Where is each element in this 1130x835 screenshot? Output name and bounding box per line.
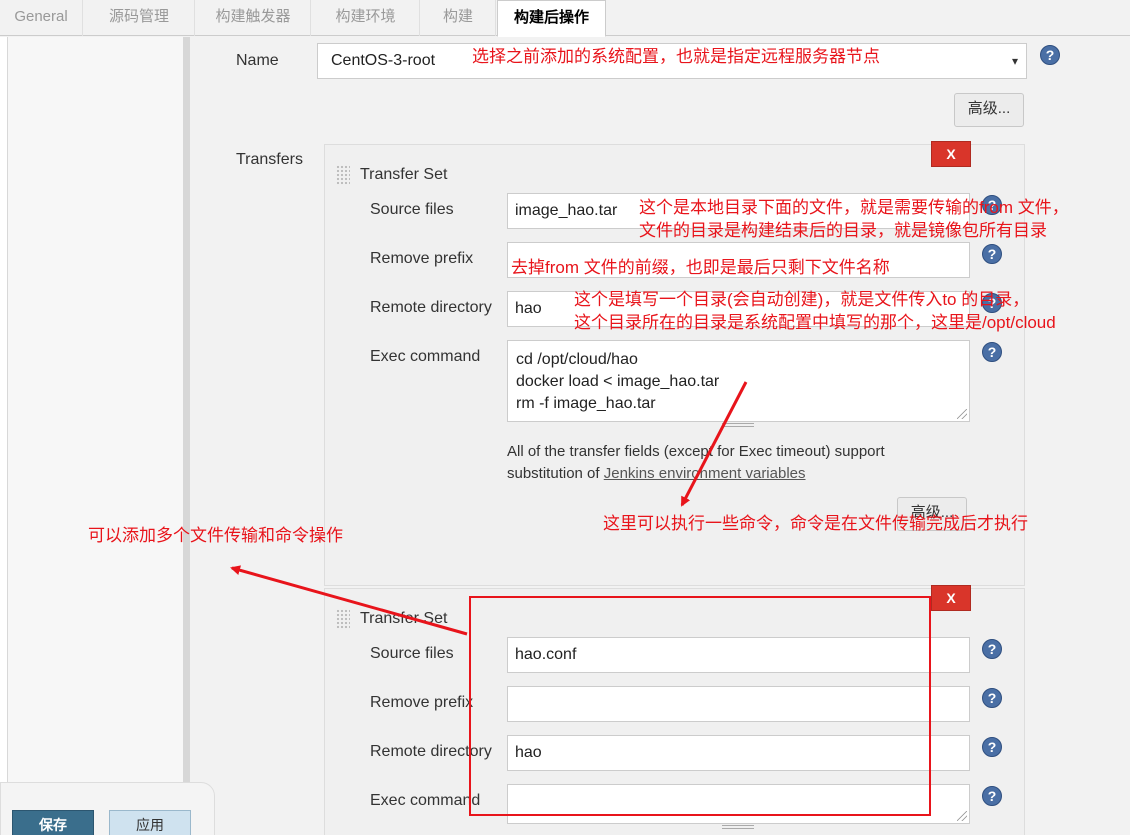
server-advanced-button[interactable]: 高级... — [954, 93, 1024, 127]
help-icon[interactable]: ? — [982, 737, 1002, 757]
annotation-name: 选择之前添加的系统配置，也就是指定远程服务器节点 — [472, 47, 880, 66]
annotation-source-line-1: 这个是本地目录下面的文件，就是需要传输的from 文件， — [639, 198, 1069, 217]
annotation-remove-prefix: 去掉from 文件的前缀，也即是最后只剩下文件名称 — [511, 258, 890, 277]
remove-prefix-label: Remove prefix — [370, 250, 474, 267]
panel-divider[interactable] — [183, 37, 190, 797]
remove-prefix-label: Remove prefix — [370, 694, 474, 711]
help-icon[interactable]: ? — [982, 639, 1002, 659]
transfer-set-title: Transfer Set — [360, 610, 448, 627]
annotation-remote-directory: 这个是填写一个目录(会自动创建)，就是文件传入to 的目录， 这个目录所在的目录… — [574, 288, 1056, 334]
tab-build-environment[interactable]: 构建环境 — [312, 0, 420, 36]
exec-command-line: rm -f image_hao.tar — [516, 395, 656, 412]
help-icon[interactable]: ? — [982, 342, 1002, 362]
resize-handle-icon[interactable] — [957, 409, 967, 419]
exec-command-label: Exec command — [370, 792, 481, 809]
tab-build-triggers[interactable]: 构建触发器 — [196, 0, 311, 36]
remove-transfer-set-1-button[interactable]: X — [931, 141, 971, 167]
tab-post-build[interactable]: 构建后操作 — [497, 0, 606, 37]
chevron-down-icon: ▾ — [1011, 54, 1018, 68]
annotation-multiple-transfers: 可以添加多个文件传输和命令操作 — [88, 526, 343, 545]
annotation-remote-line-2: 这个目录所在的目录是系统配置中填写的那个，这里是/opt/cloud — [574, 313, 1056, 332]
jenkins-env-vars-link[interactable]: Jenkins environment variables — [604, 465, 806, 482]
env-vars-note-line-2: substitution of — [507, 465, 604, 482]
source-files-label: Source files — [370, 201, 454, 218]
env-vars-note-line-1: All of the transfer fields (except for E… — [507, 443, 885, 460]
help-icon[interactable]: ? — [1040, 45, 1060, 65]
exec-command-line: docker load < image_hao.tar — [516, 373, 720, 390]
apply-button[interactable]: 应用 — [109, 810, 191, 835]
resize-handle-icon[interactable] — [957, 811, 967, 821]
remove-transfer-set-2-button[interactable]: X — [931, 585, 971, 611]
drag-handle-icon[interactable] — [336, 165, 350, 185]
name-label: Name — [236, 52, 279, 69]
annotation-source-files: 这个是本地目录下面的文件，就是需要传输的from 文件， 文件的目录是构建结束后… — [639, 196, 1069, 242]
help-icon[interactable]: ? — [982, 786, 1002, 806]
help-icon[interactable]: ? — [982, 688, 1002, 708]
drag-handle-icon[interactable] — [336, 609, 350, 629]
textarea-grip[interactable] — [722, 825, 754, 829]
source-files-label: Source files — [370, 645, 454, 662]
annotation-remote-line-1: 这个是填写一个目录(会自动创建)，就是文件传入to 的目录， — [574, 290, 1030, 309]
transfer-set-title: Transfer Set — [360, 166, 448, 183]
save-button[interactable]: 保存 — [12, 810, 94, 835]
tab-build[interactable]: 构建 — [421, 0, 496, 36]
annotation-exec-command: 这里可以执行一些命令，命令是在文件传输完成后才执行 — [603, 514, 1028, 533]
exec-command-label: Exec command — [370, 348, 481, 365]
exec-command-textarea[interactable]: cd /opt/cloud/hao docker load < image_ha… — [507, 340, 970, 422]
exec-command-line: cd /opt/cloud/hao — [516, 351, 638, 368]
highlight-box — [469, 596, 931, 816]
textarea-grip[interactable] — [722, 423, 754, 427]
remote-directory-label: Remote directory — [370, 299, 492, 316]
tab-source-code[interactable]: 源码管理 — [84, 0, 195, 36]
left-panel — [8, 37, 183, 835]
tab-bar: General 源码管理 构建触发器 构建环境 构建 构建后操作 — [0, 0, 1130, 37]
tab-general[interactable]: General — [0, 0, 83, 36]
left-edge — [0, 37, 8, 835]
transfers-label: Transfers — [236, 151, 303, 168]
annotation-source-line-2: 文件的目录是构建结束后的目录，就是镜像包所有目录 — [639, 221, 1047, 240]
env-vars-note: All of the transfer fields (except for E… — [507, 441, 885, 485]
server-name-value: CentOS-3-root — [331, 52, 436, 69]
help-icon[interactable]: ? — [982, 244, 1002, 264]
